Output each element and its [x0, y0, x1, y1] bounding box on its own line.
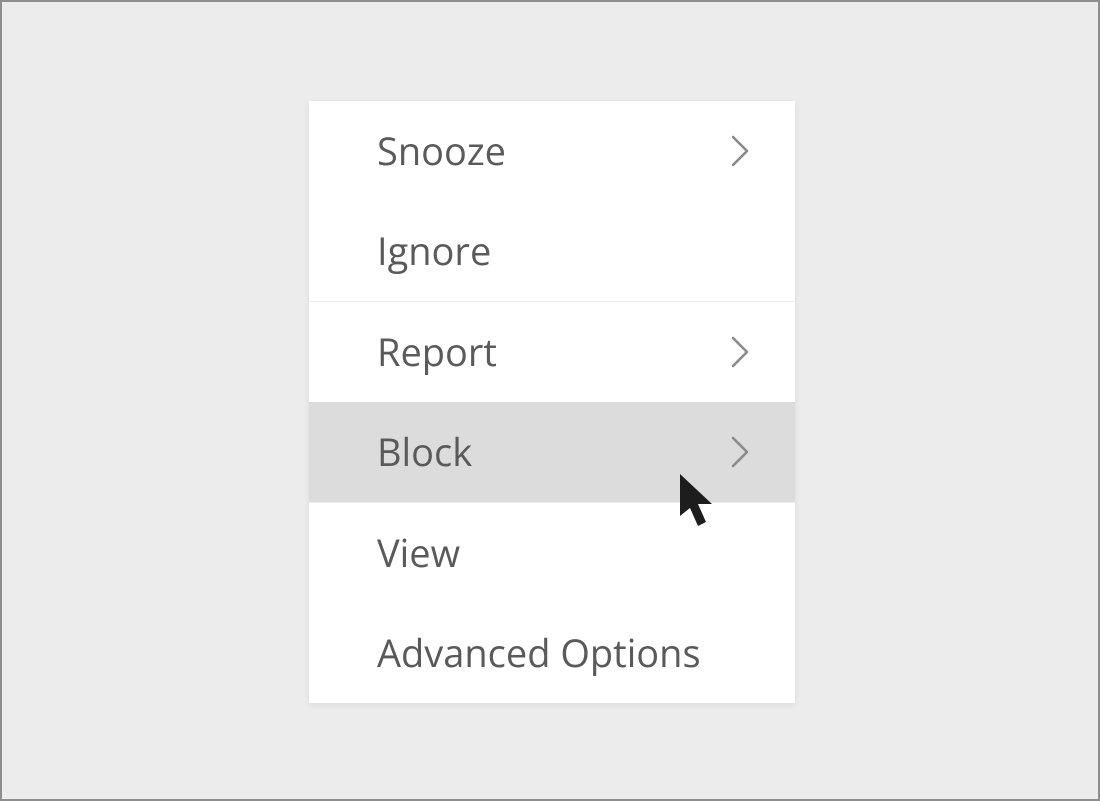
- menu-item-view[interactable]: View: [309, 503, 795, 603]
- menu-item-snooze[interactable]: Snooze: [309, 101, 795, 201]
- menu-item-label: Advanced Options: [377, 627, 701, 679]
- menu-item-block[interactable]: Block: [309, 402, 795, 502]
- menu-item-label: Ignore: [377, 225, 491, 277]
- app-frame: Snooze Ignore Report Block View Ad: [0, 0, 1100, 801]
- menu-item-advanced-options[interactable]: Advanced Options: [309, 603, 795, 703]
- chevron-right-icon: [729, 334, 751, 370]
- chevron-right-icon: [729, 434, 751, 470]
- menu-item-ignore[interactable]: Ignore: [309, 201, 795, 301]
- menu-item-label: Snooze: [377, 125, 506, 177]
- menu-item-report[interactable]: Report: [309, 302, 795, 402]
- chevron-right-icon: [729, 133, 751, 169]
- context-menu: Snooze Ignore Report Block View Ad: [309, 101, 795, 703]
- menu-item-label: View: [377, 527, 460, 579]
- menu-item-label: Report: [377, 326, 497, 378]
- menu-item-label: Block: [377, 426, 472, 478]
